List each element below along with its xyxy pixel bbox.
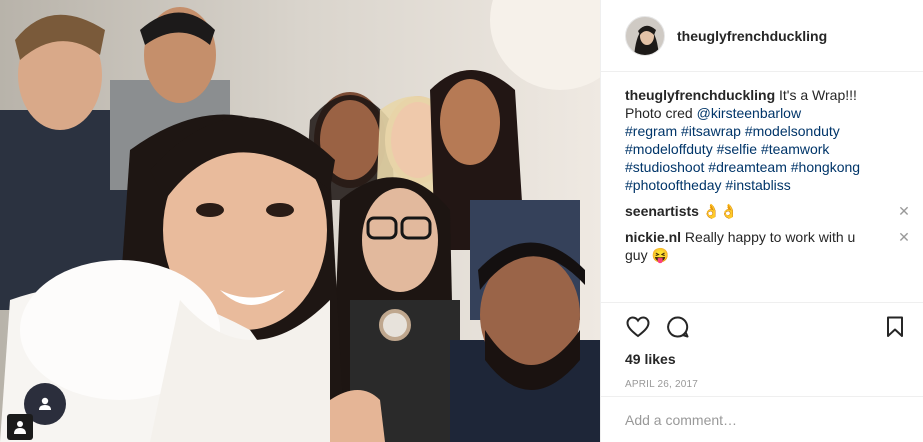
post-photo[interactable] [0, 0, 600, 442]
add-comment-section [601, 396, 923, 442]
save-button[interactable] [882, 314, 908, 340]
post-actions-section: 49 likes APRIL 26, 2017 [601, 302, 923, 390]
header-username[interactable]: theuglyfrenchduckling [677, 28, 827, 44]
caption-hashtags[interactable]: #regram #itsawrap #modelsonduty #modelof… [625, 123, 860, 193]
speech-bubble-icon [667, 316, 689, 338]
comment-username[interactable]: seenartists [625, 203, 699, 219]
comment-item: seenartists 👌👌 ✕ [625, 202, 910, 220]
comment-button[interactable] [665, 314, 691, 340]
profile-silhouette-icon[interactable] [7, 414, 33, 440]
avatar[interactable] [625, 15, 665, 56]
person-icon [14, 421, 26, 434]
post-header: theuglyfrenchduckling [601, 0, 923, 72]
bookmark-icon [887, 316, 903, 337]
caption-mention[interactable]: @kirsteenbarlow [697, 105, 801, 121]
caption: theuglyfrenchduckling It's a Wrap!!! Pho… [625, 86, 899, 194]
comment-item: nickie.nl Really happy to work with u gu… [625, 228, 910, 264]
post-date[interactable]: APRIL 26, 2017 [625, 379, 900, 390]
likes-count[interactable]: 49 likes [625, 351, 900, 367]
instagram-post: theuglyfrenchduckling theuglyfrenchduckl… [0, 0, 923, 442]
delete-comment-icon[interactable]: ✕ [897, 230, 911, 244]
comment-input[interactable] [625, 411, 900, 428]
heart-icon [626, 316, 650, 338]
delete-comment-icon[interactable]: ✕ [897, 204, 911, 218]
avatar-image [626, 16, 664, 55]
person-icon [39, 397, 51, 410]
group-selfie-image [0, 0, 600, 442]
post-side-panel: theuglyfrenchduckling theuglyfrenchduckl… [600, 0, 923, 442]
action-bar [625, 313, 903, 341]
comment-username[interactable]: nickie.nl [625, 229, 681, 245]
comment-text: 👌👌 [698, 203, 738, 219]
caption-username[interactable]: theuglyfrenchduckling [625, 87, 775, 103]
comments-list: theuglyfrenchduckling It's a Wrap!!! Pho… [601, 72, 923, 302]
like-button[interactable] [625, 314, 651, 340]
